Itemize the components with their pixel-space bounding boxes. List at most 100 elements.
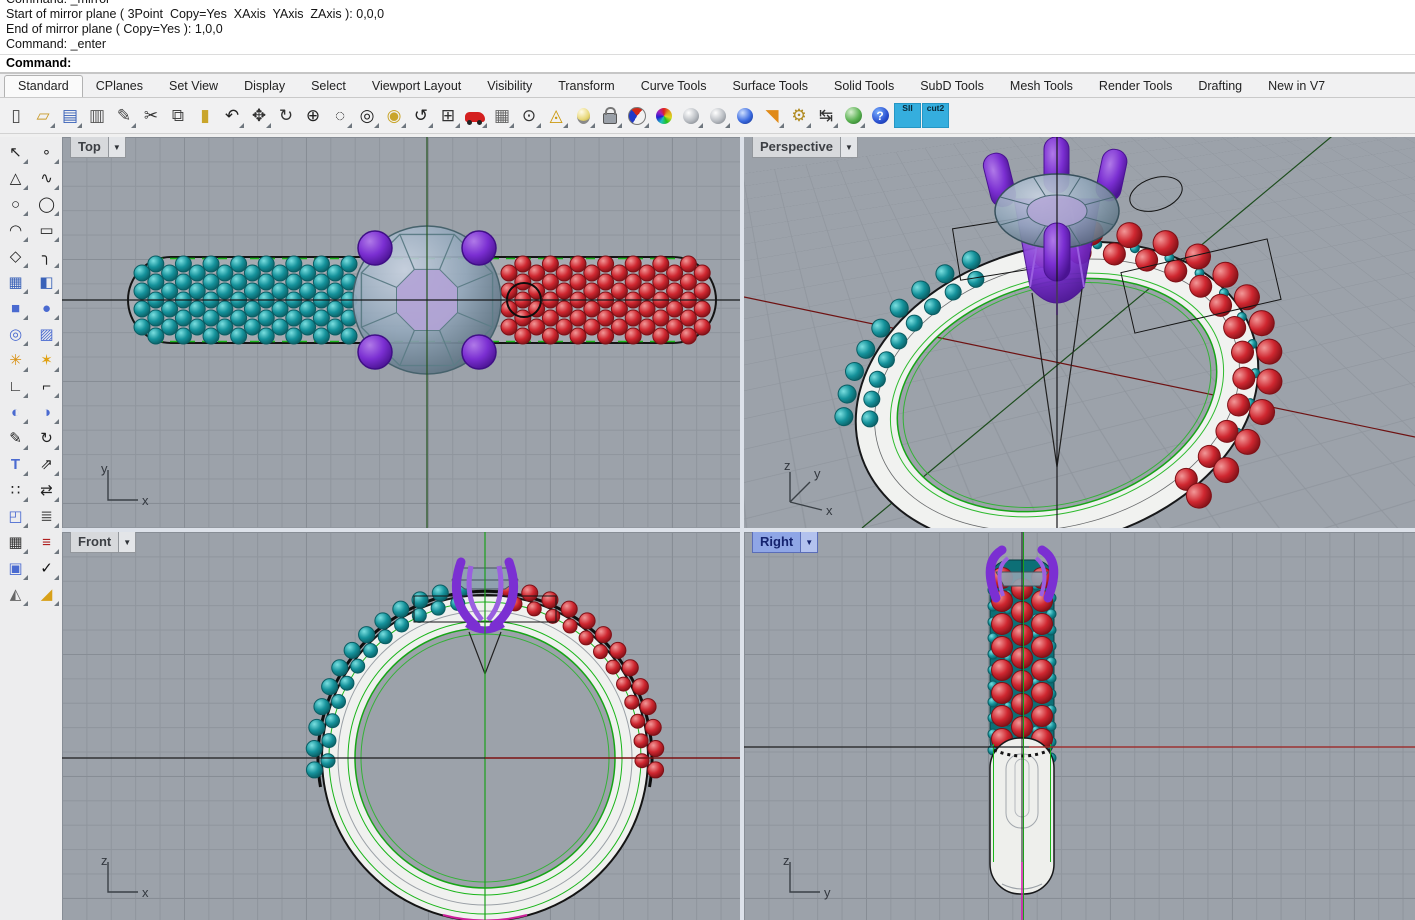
tool-fillet-edge-icon[interactable]: ∟ <box>2 374 29 399</box>
tool-rebuild-curve-icon[interactable]: ↻ <box>33 426 60 451</box>
viewport-right[interactable]: Right ▼ z y <box>744 532 1415 920</box>
viewport-perspective[interactable]: Perspective ▼ z y x <box>744 137 1415 528</box>
tab-visibility[interactable]: Visibility <box>474 76 545 97</box>
viewport-top[interactable]: Top ▼ y x <box>62 137 740 528</box>
render-sphere-blue-icon[interactable] <box>732 103 758 129</box>
tool-sphere-icon[interactable]: ● <box>33 296 60 321</box>
tool-blast-icon[interactable]: ✶ <box>33 348 60 373</box>
copy-icon[interactable]: ⧉ <box>165 103 191 129</box>
print-icon[interactable]: ▥ <box>84 103 110 129</box>
tool-check-icon[interactable]: ✓ <box>33 556 60 581</box>
tool-sweep-icon[interactable]: ◢ <box>33 582 60 607</box>
paste-icon[interactable]: ▮ <box>192 103 218 129</box>
zoom-selected-icon[interactable]: ◉ <box>381 103 407 129</box>
tool-mirror-icon[interactable]: ⇄ <box>33 478 60 503</box>
command-history[interactable]: Command: _mirror Start of mirror plane (… <box>0 0 1415 54</box>
tab-standard[interactable]: Standard <box>4 75 83 97</box>
tool-arc-icon[interactable]: ◠ <box>2 218 29 243</box>
tab-solid-tools[interactable]: Solid Tools <box>821 76 907 97</box>
tool-rectangle-icon[interactable]: ▭ <box>33 218 60 243</box>
tab-mesh-tools[interactable]: Mesh Tools <box>997 76 1086 97</box>
rotate-view-icon[interactable]: ↻ <box>273 103 299 129</box>
viewport-tab-front[interactable]: Front ▼ <box>70 532 136 553</box>
viewport-layout-icon[interactable]: ⊞ <box>435 103 461 129</box>
tool-ellipse-icon[interactable]: ◯ <box>33 192 60 217</box>
tab-surface-tools[interactable]: Surface Tools <box>719 76 821 97</box>
help-icon[interactable] <box>867 103 893 129</box>
tool-environment-map-icon[interactable]: ≣ <box>33 504 60 529</box>
tool-boolean-union-icon[interactable]: ◐ <box>2 400 29 425</box>
pan-hand-icon[interactable]: ✥ <box>246 103 272 129</box>
zoom-window-icon[interactable]: ◌ <box>327 103 353 129</box>
tab-transform[interactable]: Transform <box>545 76 628 97</box>
dimension-icon[interactable]: ↹ <box>813 103 839 129</box>
tool-explode-icon[interactable]: ✳ <box>2 348 29 373</box>
viewport-tab-top[interactable]: Top ▼ <box>70 137 126 158</box>
undo-view-change-icon[interactable]: ↺ <box>408 103 434 129</box>
tab-curve-tools[interactable]: Curve Tools <box>628 76 720 97</box>
tool-surface-deform-icon[interactable]: ▨ <box>33 322 60 347</box>
chevron-down-icon[interactable]: ▼ <box>840 137 857 157</box>
tab-display[interactable]: Display <box>231 76 298 97</box>
named-views-car-icon[interactable] <box>462 103 488 129</box>
zoom-dynamic-icon[interactable]: ⊕ <box>300 103 326 129</box>
color-wheel-icon[interactable] <box>651 103 677 129</box>
tool-boolean-difference-icon[interactable]: ◑ <box>33 400 60 425</box>
tab-render-tools[interactable]: Render Tools <box>1086 76 1185 97</box>
lock-icon[interactable] <box>597 103 623 129</box>
zoom-extents-icon[interactable]: ◎ <box>354 103 380 129</box>
tab-viewport-layout[interactable]: Viewport Layout <box>359 76 474 97</box>
viewport-tab-right[interactable]: Right ▼ <box>752 532 818 553</box>
viewport-tab-perspective[interactable]: Perspective ▼ <box>752 137 858 158</box>
tool-chamfer-edge-icon[interactable]: ⌐ <box>33 374 60 399</box>
tool-surface-from-points-icon[interactable]: ▦ <box>2 270 29 295</box>
tab-set-view[interactable]: Set View <box>156 76 231 97</box>
chevron-down-icon[interactable]: ▼ <box>108 137 125 157</box>
open-file-icon[interactable]: ▱ <box>30 103 56 129</box>
selection-filter-icon[interactable]: ◬ <box>543 103 569 129</box>
tab-cplanes[interactable]: CPlanes <box>83 76 156 97</box>
chevron-down-icon[interactable]: ▼ <box>800 532 817 552</box>
undo-icon[interactable]: ↶ <box>219 103 245 129</box>
cplane-icon[interactable]: ▦ <box>489 103 515 129</box>
command-input[interactable]: Command: <box>0 54 1415 74</box>
tab-new-in-v7[interactable]: New in V7 <box>1255 76 1338 97</box>
tab-drafting[interactable]: Drafting <box>1185 76 1255 97</box>
save-file-icon[interactable]: ▤ <box>57 103 83 129</box>
tool-polygon-icon[interactable]: ◇ <box>2 244 29 269</box>
cut-icon[interactable]: ✂ <box>138 103 164 129</box>
chevron-down-icon[interactable]: ▼ <box>118 532 135 552</box>
new-document-icon[interactable]: ▯ <box>3 103 29 129</box>
tool-circle-icon[interactable]: ○ <box>2 192 29 217</box>
tool-select-icon[interactable]: ↖ <box>2 140 29 165</box>
tool-primitives-icon[interactable]: ◭ <box>2 582 29 607</box>
edit-document-icon[interactable]: ✎ <box>111 103 137 129</box>
tool-point-icon[interactable]: ∘ <box>33 140 60 165</box>
shaded-display-icon[interactable] <box>624 103 650 129</box>
tool-torus-icon[interactable]: ◎ <box>2 322 29 347</box>
spotlight-cone-icon[interactable]: ◥ <box>759 103 785 129</box>
tool-box-icon[interactable]: ■ <box>2 296 29 321</box>
tool-offset-icon[interactable]: ▣ <box>2 556 29 581</box>
tool-adjust-curve-icon[interactable]: ✎ <box>2 426 29 451</box>
tool-text-icon[interactable]: T <box>2 452 29 477</box>
tool-array-grid-icon[interactable]: ▦ <box>2 530 29 555</box>
light-bulb-icon[interactable] <box>570 103 596 129</box>
render-environment-globe-icon[interactable] <box>840 103 866 129</box>
tool-control-point-curve-icon[interactable]: △ <box>2 166 29 191</box>
tool-extrude-icon[interactable]: ◰ <box>2 504 29 529</box>
tool-curve-fillet-icon[interactable]: ╮ <box>33 244 60 269</box>
viewport-front[interactable]: Front ▼ z x <box>62 532 740 920</box>
tool-surface-icon[interactable]: ◧ <box>33 270 60 295</box>
tool-array-linear-icon[interactable]: ≡ <box>33 530 60 555</box>
tab-subd-tools[interactable]: SubD Tools <box>907 76 997 97</box>
radius-measure-icon[interactable]: ⊙ <box>516 103 542 129</box>
tool-curve-interpolate-icon[interactable]: ∿ <box>33 166 60 191</box>
render-sphere-icon[interactable] <box>678 103 704 129</box>
render-sphere-checker-icon[interactable] <box>705 103 731 129</box>
options-gears-icon[interactable]: ⚙ <box>786 103 812 129</box>
tab-select[interactable]: Select <box>298 76 359 97</box>
tool-move-scale-icon[interactable]: ⇗ <box>33 452 60 477</box>
macro-sii-icon[interactable]: SII <box>894 103 921 128</box>
tool-array-icon[interactable]: ∷ <box>2 478 29 503</box>
